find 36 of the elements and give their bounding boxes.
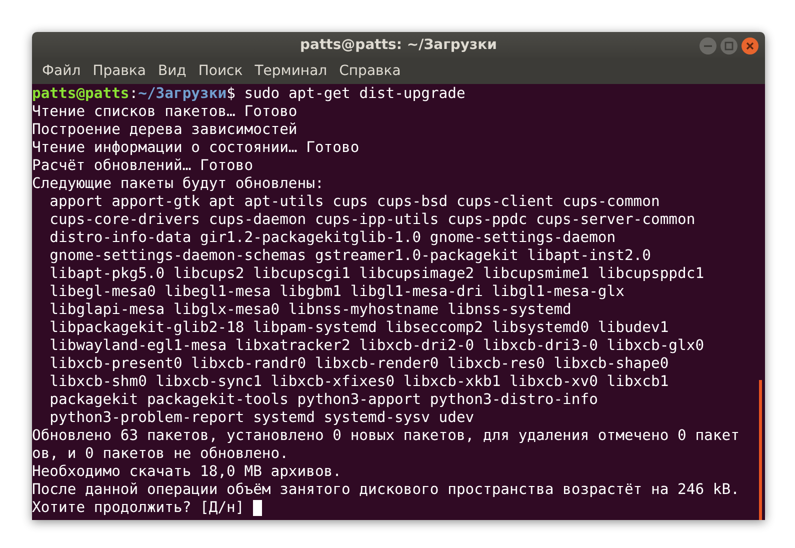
minimize-icon[interactable] [699,37,717,55]
maximize-icon[interactable] [720,37,738,55]
output-line: libxcb-shm0 libxcb-sync1 libxcb-xfixes0 libxcb-xkb1 libxcb-xv0 libxcb1 [48,373,670,391]
menu-item[interactable]: Поиск [193,61,248,81]
output-line: libpackagekit-glib2-18 libpam-systemd libseccomp2 libsystemd0 libudev1 [48,319,670,337]
menu-item[interactable]: Справка [334,61,406,81]
menu-item[interactable]: Терминал [250,61,332,81]
output-line: libglapi-mesa libglx-mesa0 libnss-myhostname libnss-systemd [48,301,572,319]
scrollbar[interactable] [759,380,762,520]
window-title: patts@patts: ~/Загрузки [300,37,497,53]
output-line: packagekit packagekit-tools python3-apport python3-distro-info [48,391,599,409]
menu-item[interactable]: Правка [88,61,151,81]
menu-item[interactable]: Файл [37,61,86,81]
output-line: ов, и 0 пакетов не обновлено. [32,445,290,463]
output-line: Следующие пакеты будут обновлены: [32,175,325,193]
output-line: libwayland-egl1-mesa libxatracker2 libxcb-dri2-0 libxcb-dri3-0 libxcb-glx0 [48,337,706,355]
command-line: patts@patts:~/Загрузки$ sudo apt-get dist-upgrade [32,85,466,103]
output-line: Построение дерева зависимостей [32,121,298,139]
output-line: Обновлено 63 пакетов, установлено 0 новых пакетов, для удаления отмечено 0 пакет [32,427,740,445]
output-line: libegl-mesa0 libegl1-mesa libgbm1 libgl1-mesa-dri libgl1-mesa-glx [48,283,626,301]
close-icon[interactable] [741,37,759,55]
output-line: Чтение списков пакетов… Готово [32,103,298,121]
output-line: Чтение информации о состоянии… Готово [32,139,360,157]
menu-item[interactable]: Вид [152,61,192,81]
output-line: apport apport-gtk apt apt-utils cups cups-bsd cups-client cups-common [48,193,661,211]
output-line: Хотите продолжить? [Д/н] [32,499,244,517]
output-line: cups-core-drivers cups-daemon cups-ipp-utils cups-ppdc cups-server-common [48,211,696,229]
output-line: libxcb-present0 libxcb-randr0 libxcb-render0 libxcb-res0 libxcb-shape0 [48,355,670,373]
output-line: python3-problem-report systemd systemd-sysv udev [48,409,476,427]
output-line: Расчёт обновлений… Готово [32,157,254,175]
output-line: После данной операции объём занятого дискового пространства возрастёт на 246 kB. [32,481,740,499]
output-line: Необходимо скачать 18,0 MB архивов. [32,463,342,481]
output-line: gnome-settings-daemon-schemas gstreamer1.0-packagekit libapt-inst2.0 [48,247,652,265]
output-line: distro-info-data gir1.2-packagekitglib-1.0 gnome-settings-daemon [48,229,617,247]
text-cursor [253,500,262,516]
output-line: libapt-pkg5.0 libcups2 libcupscgi1 libcupsimage2 libcupsmime1 libcupsppdc1 [48,265,706,283]
